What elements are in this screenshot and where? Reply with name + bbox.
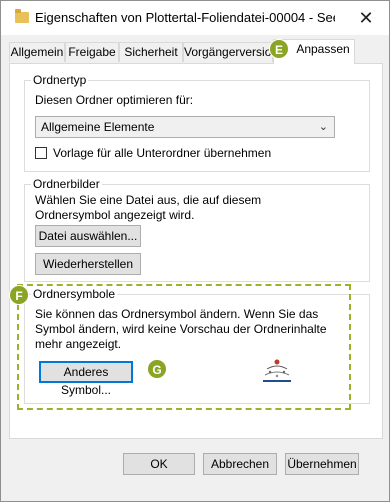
group-ordnerbilder-legend: Ordnerbilder (31, 177, 102, 191)
group-ordnertyp-legend: Ordnertyp (31, 73, 89, 87)
group-ordnerbilder: Ordnerbilder Wählen Sie eine Datei aus, … (24, 177, 370, 282)
cancel-button[interactable]: Abbrechen (203, 453, 277, 475)
annotation-badge-g: G (147, 359, 167, 379)
tab-vorgaengerversionen[interactable]: Vorgängerversionen (183, 42, 273, 62)
restore-button[interactable]: Wiederherstellen (35, 253, 141, 275)
tab-allgemein[interactable]: Allgemein (9, 42, 65, 62)
close-icon[interactable]: ✕ (351, 5, 381, 31)
tab-bar: Allgemein Freigabe Sicherheit Vorgängerv… (9, 39, 383, 64)
apply-button[interactable]: Übernehmen (285, 453, 359, 475)
title-bar: Eigenschaften von Plottertal-Foliendatei… (1, 1, 389, 35)
annotation-badge-f: F (9, 285, 29, 305)
subfolder-template-checkbox[interactable] (35, 147, 47, 159)
ordnerbilder-description: Wählen Sie eine Datei aus, die auf diese… (35, 193, 262, 222)
tab-freigabe[interactable]: Freigabe (65, 42, 119, 62)
group-ordnertyp: Ordnertyp Diesen Ordner optimieren für: … (24, 73, 370, 172)
window-title: Eigenschaften von Plottertal-Foliendatei… (35, 10, 335, 25)
chevron-down-icon: ⌄ (318, 121, 328, 133)
folder-icon (15, 9, 29, 23)
ok-button[interactable]: OK (123, 453, 195, 475)
optimize-label: Diesen Ordner optimieren für: (35, 93, 194, 107)
optimize-select-value: Allgemeine Elemente (41, 120, 155, 134)
subfolder-template-label: Vorlage für alle Unterordner übernehmen (53, 146, 272, 160)
properties-window: Eigenschaften von Plottertal-Foliendatei… (0, 0, 390, 502)
annotation-badge-e: E (269, 39, 289, 59)
tab-sicherheit[interactable]: Sicherheit (119, 42, 183, 62)
optimize-select[interactable]: Allgemeine Elemente ⌄ (35, 116, 335, 138)
annotation-highlight-ordnersymbole (17, 284, 351, 410)
choose-file-button[interactable]: Datei auswählen... (35, 225, 141, 247)
